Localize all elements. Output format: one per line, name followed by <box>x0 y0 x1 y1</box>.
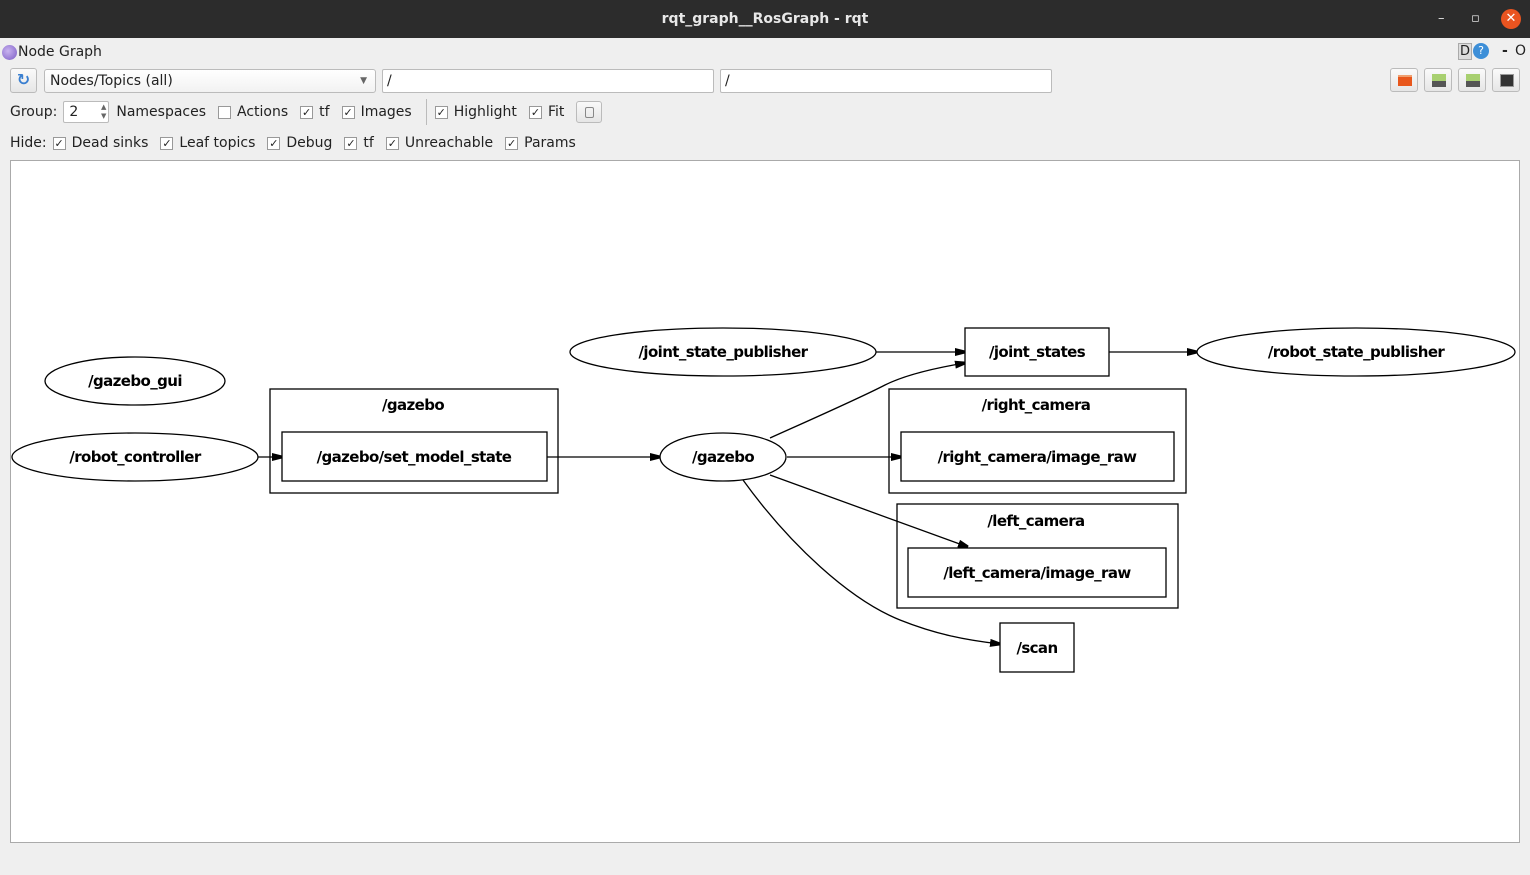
edge <box>769 363 965 439</box>
node-label: /joint_state_publisher <box>639 343 809 361</box>
cluster-label: /gazebo <box>382 396 444 414</box>
topic-label: /joint_states <box>989 343 1086 361</box>
topic-label: /right_camera/image_raw <box>938 448 1138 466</box>
ros-graph: /gazebo /right_camera /left_camera /gaze… <box>11 327 1516 673</box>
node-label: /gazebo_gui <box>88 372 182 390</box>
node-label: /robot_controller <box>69 448 201 466</box>
cluster-label: /left_camera <box>987 512 1084 530</box>
cluster-label: /right_camera <box>982 396 1091 414</box>
topic-label: /left_camera/image_raw <box>943 564 1131 582</box>
topic-label: /scan <box>1016 639 1057 657</box>
topic-label: /gazebo/set_model_state <box>317 448 512 466</box>
edge <box>769 474 968 547</box>
node-label: /gazebo <box>692 448 754 466</box>
node-label: /robot_state_publisher <box>1268 343 1446 361</box>
